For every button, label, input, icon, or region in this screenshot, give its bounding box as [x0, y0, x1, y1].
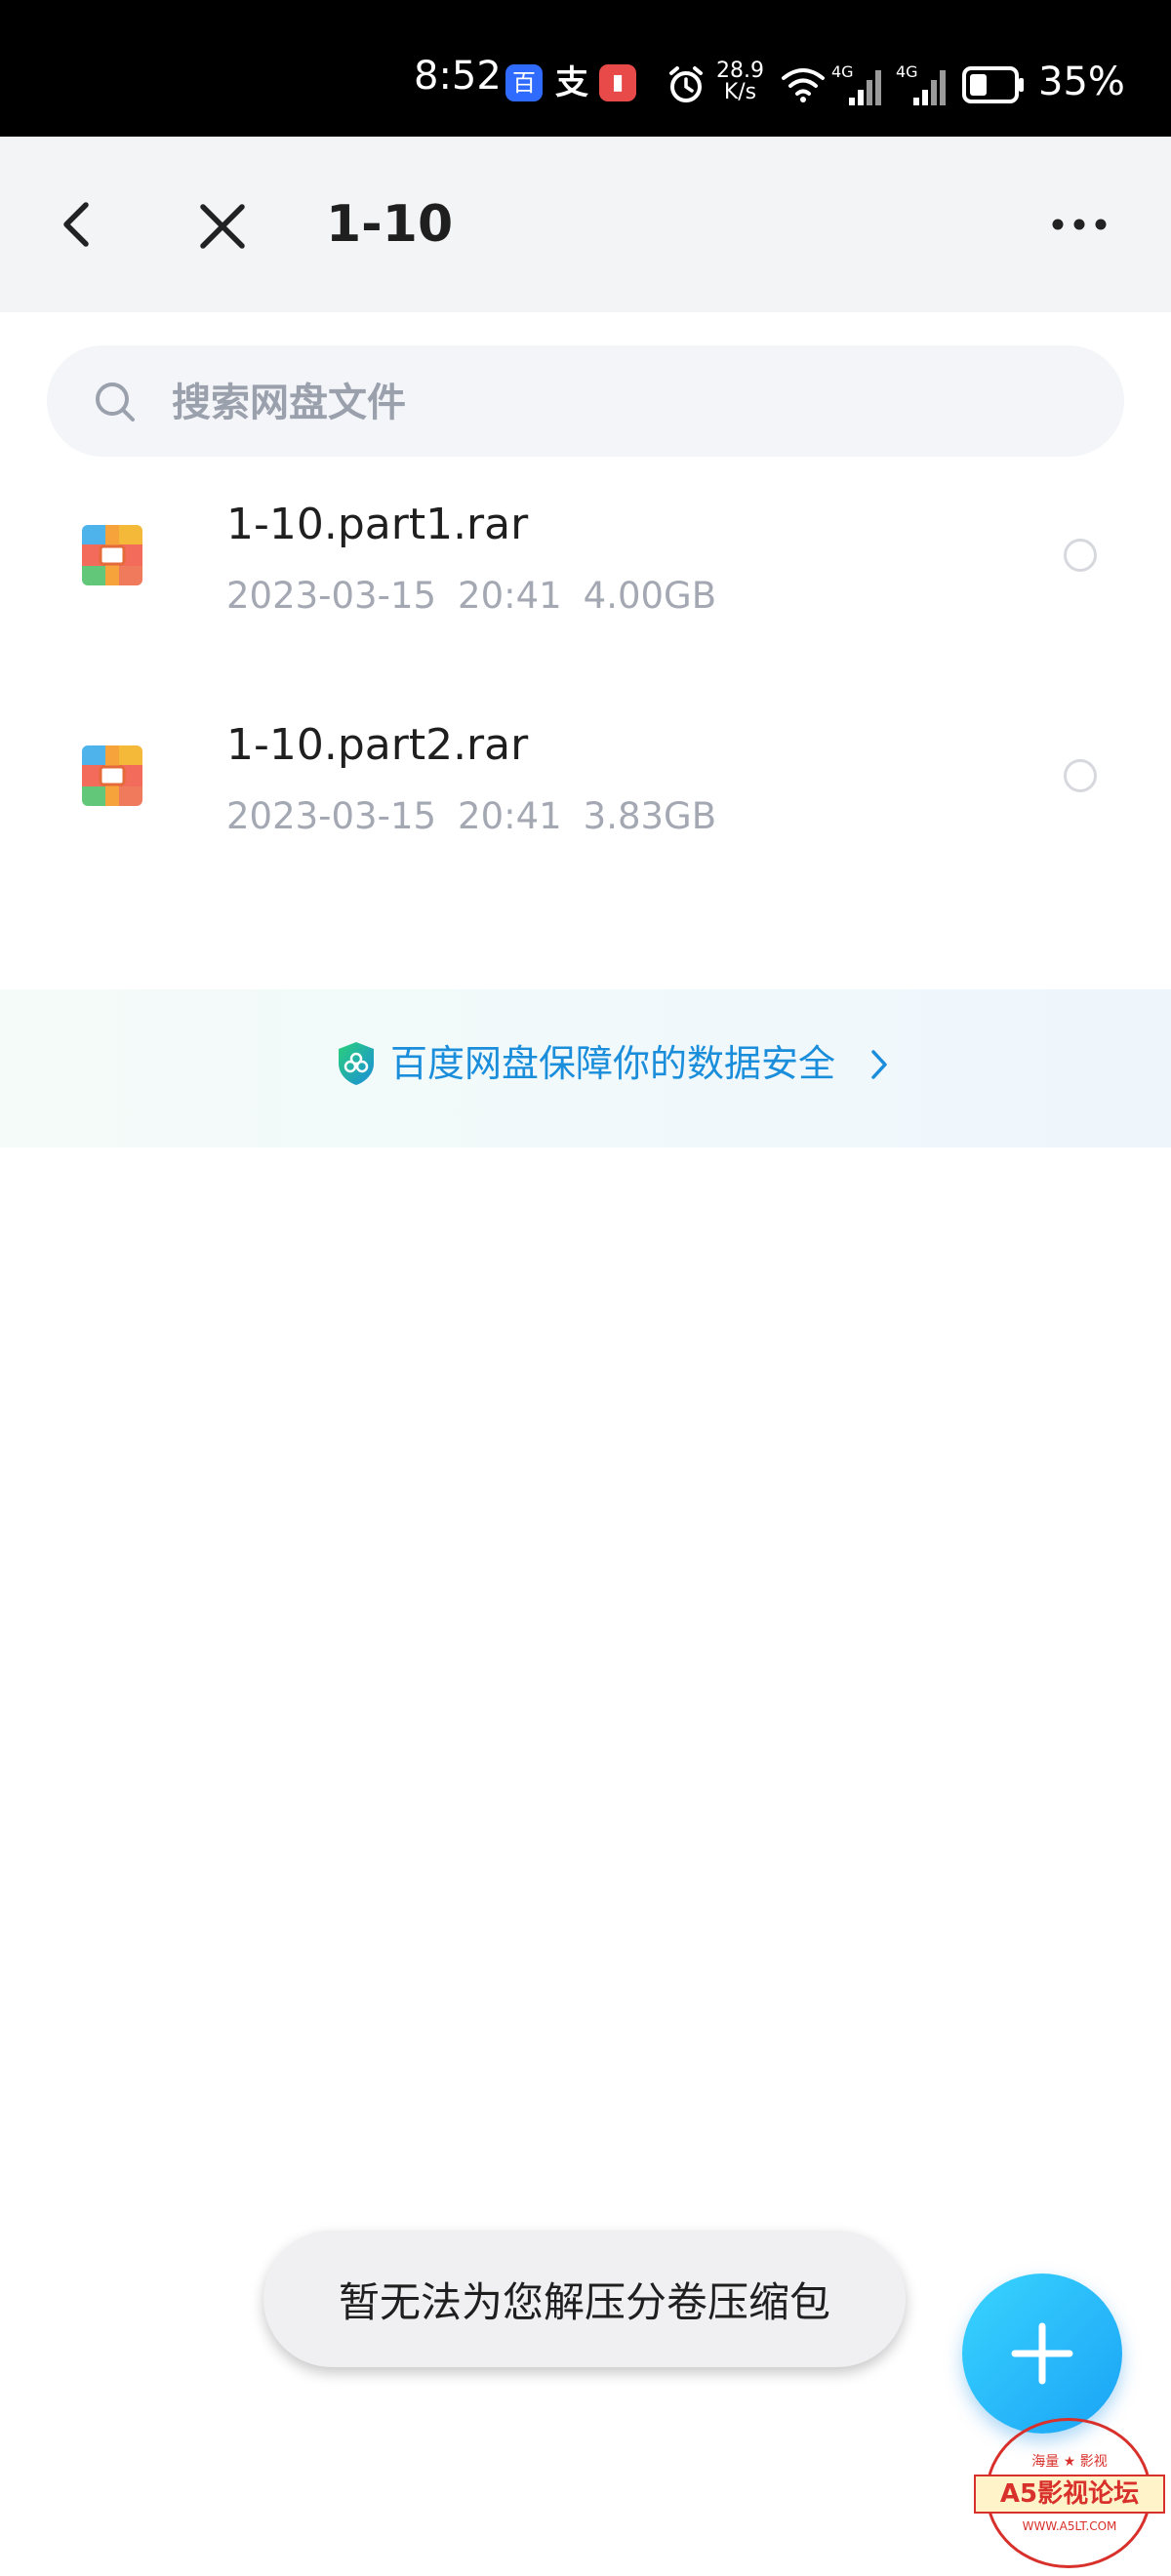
- watermark-stamp: 海量 ★ 影视 A5影视论坛 WWW.A5LT.COM: [974, 2418, 1165, 2568]
- file-meta: 2023-03-15 20:41 4.00GB: [226, 572, 716, 621]
- file-select-radio[interactable]: [1064, 539, 1097, 572]
- file-date: 2023-03-15: [226, 575, 437, 617]
- file-size: 3.83GB: [583, 795, 717, 837]
- shield-icon: [339, 1042, 374, 1085]
- file-time: 20:41: [458, 795, 562, 837]
- reader-app-icon: ▮: [599, 64, 636, 101]
- search-bar[interactable]: [47, 345, 1124, 457]
- watermark-top-left: 海量: [1031, 2454, 1060, 2470]
- file-name: 1-10.part1.rar: [226, 500, 529, 549]
- watermark-url: WWW.A5LT.COM: [1022, 2519, 1117, 2533]
- watermark-top-right: 影视: [1079, 2454, 1108, 2470]
- status-bar: 8:52 百 支 ▮ 28.9 K/s 4G 4G 35%: [0, 0, 1171, 137]
- file-size: 4.00GB: [583, 575, 717, 617]
- network-speed: 28.9 K/s: [716, 60, 764, 103]
- wifi-icon: [782, 68, 825, 102]
- battery-icon: [962, 66, 1024, 103]
- back-button[interactable]: [51, 197, 105, 252]
- file-select-radio[interactable]: [1064, 759, 1097, 792]
- signal-1-icon: [849, 70, 881, 105]
- page-title: 1-10: [326, 195, 454, 254]
- star-icon: ★: [1063, 2454, 1076, 2470]
- search-icon: [96, 382, 135, 422]
- plus-icon: [1011, 2322, 1073, 2385]
- file-list-item[interactable]: 1-10.part1.rar 2023-03-15 20:41 4.00GB: [0, 447, 1171, 667]
- add-button[interactable]: [962, 2274, 1122, 2434]
- close-button[interactable]: [193, 197, 252, 256]
- network-speed-unit: K/s: [723, 80, 757, 104]
- watermark-top: 海量 ★ 影视: [974, 2451, 1165, 2471]
- file-time: 20:41: [458, 575, 562, 617]
- chevron-right-icon: [871, 1050, 887, 1079]
- network-speed-value: 28.9: [716, 59, 764, 83]
- watermark-main: A5影视论坛: [974, 2475, 1165, 2514]
- file-list-item[interactable]: 1-10.part2.rar 2023-03-15 20:41 3.83GB: [0, 667, 1171, 888]
- toast-message: 暂无法为您解压分卷压缩包: [263, 2231, 906, 2367]
- search-input[interactable]: [170, 373, 1052, 433]
- file-name: 1-10.part2.rar: [226, 720, 529, 770]
- toast-text: 暂无法为您解压分卷压缩包: [338, 2277, 830, 2326]
- archive-file-icon: [82, 525, 142, 585]
- file-meta: 2023-03-15 20:41 3.83GB: [226, 792, 716, 841]
- more-options-button[interactable]: [1044, 207, 1114, 242]
- battery-percent: 35%: [1038, 60, 1125, 104]
- top-bar: 1-10: [0, 137, 1171, 312]
- status-time: 8:52: [414, 54, 502, 99]
- baidu-app-icon: 百: [505, 64, 543, 101]
- file-date: 2023-03-15: [226, 795, 437, 837]
- security-banner[interactable]: 百度网盘保障你的数据安全: [0, 989, 1171, 1147]
- alipay-app-icon: 支: [555, 63, 588, 102]
- archive-file-icon: [82, 745, 142, 806]
- security-banner-text: 百度网盘保障你的数据安全: [390, 1042, 836, 1085]
- signal-2-icon: [913, 70, 946, 105]
- alarm-icon: [669, 66, 703, 102]
